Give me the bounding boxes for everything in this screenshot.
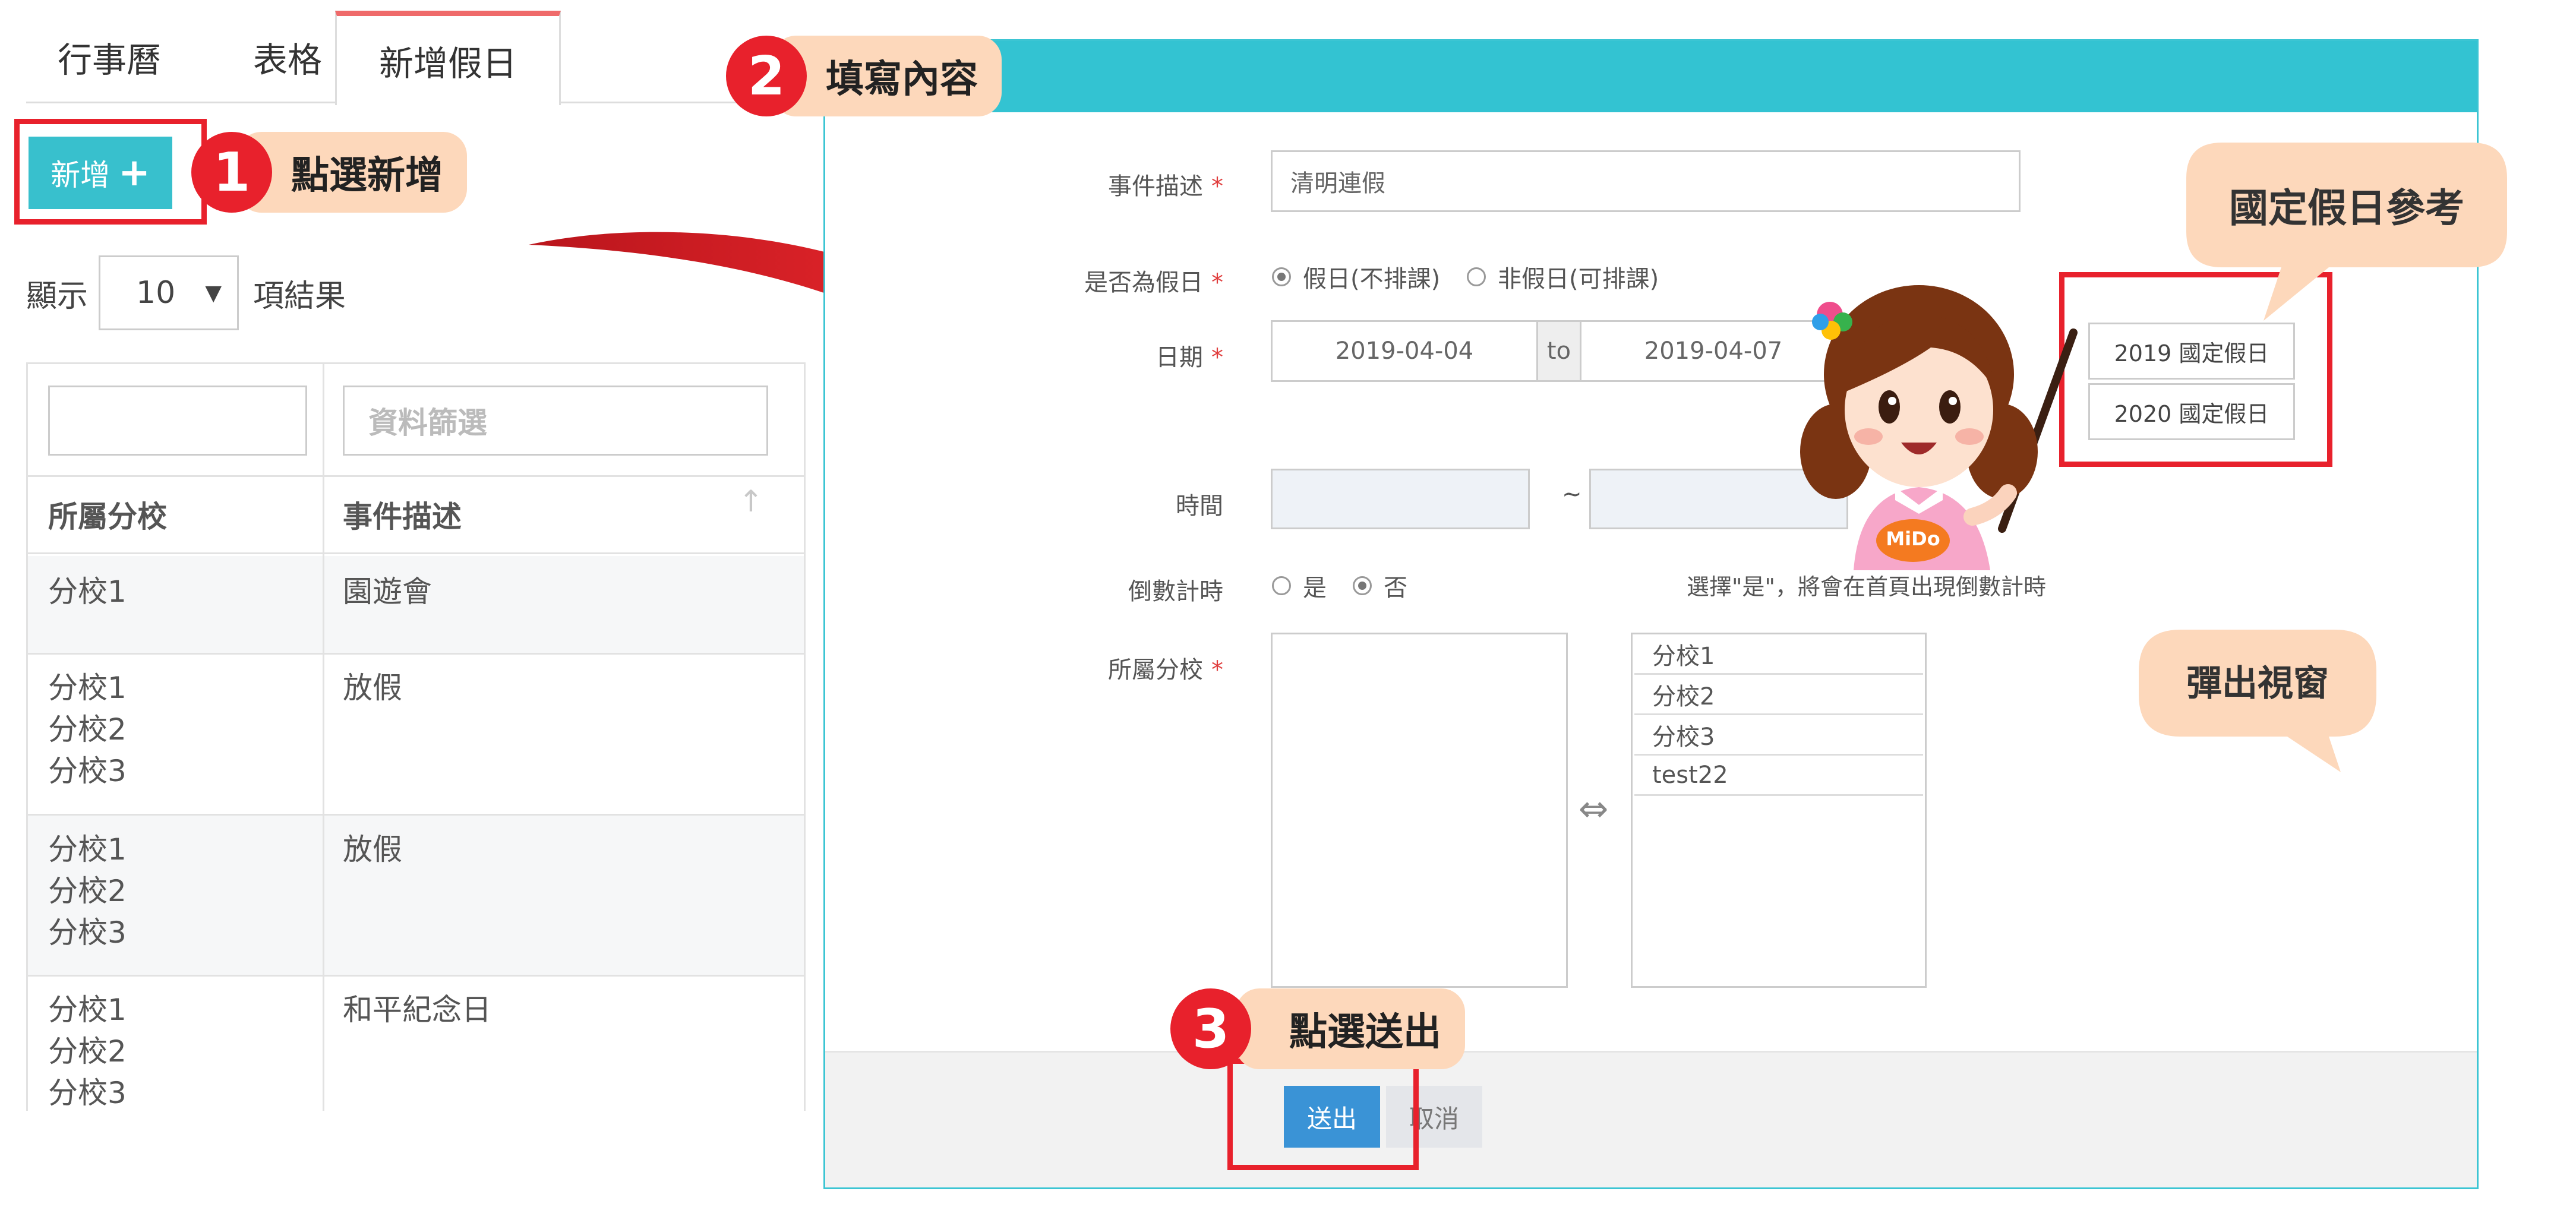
- event-description-input[interactable]: 清明連假: [1271, 150, 2021, 212]
- arrow-up-icon[interactable]: ↑: [738, 481, 763, 522]
- filter-row: 資料篩選: [28, 364, 806, 477]
- tab-bar: 行事曆 表格 新增假日: [26, 11, 739, 105]
- column-header-event[interactable]: 事件描述: [343, 496, 462, 538]
- branch-label: 所屬分校 *: [1108, 656, 1223, 684]
- caret-down-icon: ▼: [205, 280, 222, 305]
- page-size-select[interactable]: 10 ▼: [99, 255, 239, 330]
- row-divider: [28, 814, 806, 816]
- column-divider: [804, 364, 806, 1111]
- step1-highlight-box: [14, 119, 207, 225]
- filter-input-event[interactable]: 資料篩選: [343, 386, 768, 456]
- step1-badge: 1: [191, 132, 272, 213]
- tab-calendar[interactable]: 行事曆: [26, 11, 192, 103]
- table-cell-branch: 分校1 分校2 分校3: [48, 993, 127, 1110]
- page-length-control: 顯示 10 ▼ 項結果: [26, 255, 346, 330]
- table-cell-event: 放假: [343, 832, 402, 867]
- selected-branch-list[interactable]: [1271, 633, 1568, 988]
- show-suffix: 項結果: [253, 278, 346, 314]
- row-divider: [28, 653, 806, 655]
- mascot-badge: MiDo: [1886, 527, 1940, 550]
- table-cell-event: 和平紀念日: [343, 993, 491, 1027]
- step3-highlight-box: [1227, 1059, 1419, 1170]
- modal-header: [825, 41, 2477, 112]
- date-label: 日期 *: [1156, 344, 1223, 371]
- time-separator: ~: [1562, 481, 1582, 508]
- branch-option[interactable]: 分校2: [1634, 675, 1923, 715]
- table-cell-event: 放假: [343, 671, 402, 705]
- countdown-label: 倒數計時: [1128, 578, 1223, 605]
- radio-unchecked-icon: [1272, 576, 1291, 595]
- branch-option[interactable]: 分校1: [1634, 634, 1923, 675]
- radio-countdown-no[interactable]: 否: [1353, 568, 1407, 603]
- popup-note: 彈出視窗: [2186, 662, 2329, 704]
- date-start-input[interactable]: 2019-04-04: [1271, 320, 1538, 382]
- table-cell-branch: 分校1 分校2 分校3: [48, 832, 127, 950]
- time-label: 時間: [1176, 492, 1223, 520]
- filter-input-branch[interactable]: [48, 386, 307, 456]
- row-divider: [28, 975, 806, 977]
- column-divider: [323, 364, 324, 1111]
- event-label: 事件描述 *: [1108, 173, 1223, 200]
- mascot-girl-icon: [1800, 285, 2078, 570]
- radio-countdown-yes[interactable]: 是: [1272, 568, 1327, 603]
- transfer-icon[interactable]: ⇔: [1579, 788, 1608, 830]
- table-header-row: 所屬分校 事件描述 ↑: [28, 477, 806, 554]
- radio-checked-icon: [1353, 576, 1372, 595]
- radio-holiday-yes[interactable]: 假日(不排課): [1272, 260, 1440, 294]
- show-prefix: 顯示: [26, 278, 89, 314]
- time-start-input[interactable]: [1271, 469, 1530, 529]
- step3-callout: 點選送出: [1236, 988, 1465, 1069]
- table-cell-event: 園遊會: [343, 574, 432, 609]
- tab-add-holiday[interactable]: 新增假日: [335, 11, 561, 105]
- radio-holiday-no[interactable]: 非假日(可排課): [1467, 260, 1659, 294]
- step3-badge: 3: [1170, 988, 1251, 1069]
- page-size-value: 10: [136, 275, 176, 311]
- holiday-list-table: 資料篩選 所屬分校 事件描述 ↑ 分校1 園遊會 分校1 分校2 分校3 放假 …: [26, 362, 806, 1111]
- table-cell-branch: 分校1: [48, 574, 127, 609]
- modal-footer: 送出 取消: [825, 1051, 2477, 1187]
- countdown-hint: 選擇"是"，將會在首頁出現倒數計時: [1687, 574, 2046, 600]
- branch-option[interactable]: test22: [1634, 756, 1923, 796]
- radio-unchecked-icon: [1467, 267, 1486, 286]
- holiday-ref-note: 國定假日參考: [2229, 185, 2464, 231]
- column-header-branch[interactable]: 所屬分校: [48, 496, 167, 538]
- date-separator: to: [1536, 320, 1581, 382]
- branch-option[interactable]: 分校3: [1634, 715, 1923, 756]
- holiday-label: 是否為假日 *: [1084, 269, 1223, 296]
- table-cell-branch: 分校1 分校2 分校3: [48, 671, 127, 788]
- step2-badge: 2: [726, 36, 807, 116]
- table-row-bg: [28, 816, 806, 976]
- available-branch-list[interactable]: 分校1 分校2 分校3 test22: [1631, 633, 1927, 988]
- radio-checked-icon: [1272, 267, 1291, 286]
